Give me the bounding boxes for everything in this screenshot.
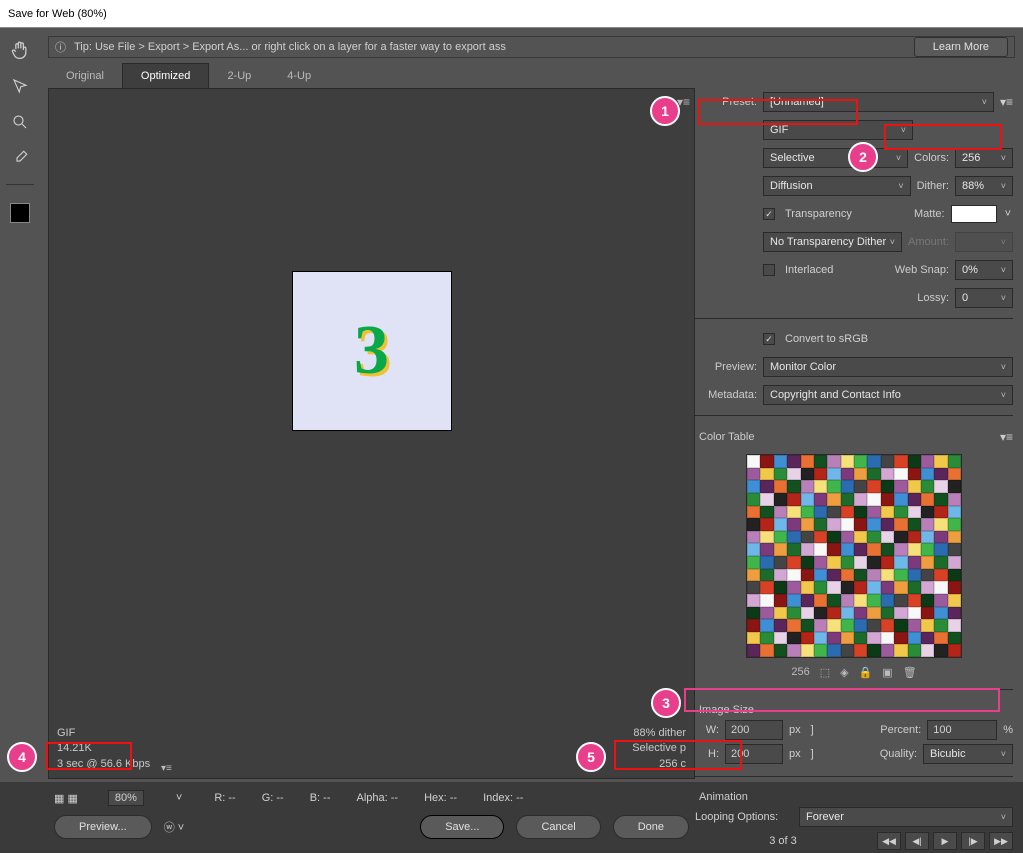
trans-dither-amount: ˅: [955, 232, 1013, 252]
looping-select[interactable]: Forever˅: [799, 807, 1013, 827]
tip-text: Tip: Use File > Export > Export As... or…: [74, 41, 506, 53]
first-frame-button[interactable]: ◀◀: [877, 832, 901, 850]
width-input[interactable]: 200: [725, 720, 783, 740]
prev-frame-button[interactable]: ◀|: [905, 832, 929, 850]
file-format-select[interactable]: GIF˅: [763, 120, 913, 140]
settings-panel: Preset: [Unnamed]˅ ▾≡ GIF˅ Selective˅ Co…: [695, 88, 1015, 853]
preset-select[interactable]: [Unnamed]˅: [763, 92, 994, 112]
color-table-title: Color Table: [699, 431, 754, 443]
status-hex: Hex: --: [424, 792, 457, 804]
annotation-bubble-3: 3: [651, 688, 681, 718]
preview-info-right: 88% dither Selective p 256 c: [632, 726, 686, 772]
left-tool-strip: [0, 28, 40, 782]
preview-button[interactable]: Preview...: [54, 815, 152, 839]
annotation-bubble-5: 5: [576, 742, 606, 772]
preview-sample-glyph: 3: [354, 311, 389, 391]
ct-trash-icon[interactable]: 🗑: [903, 666, 917, 679]
annotation-bubble-4: 4: [7, 742, 37, 772]
matte-label: Matte:: [914, 208, 945, 220]
hand-tool-icon[interactable]: [8, 38, 32, 62]
status-r: R: --: [214, 792, 235, 804]
status-b: B: --: [310, 792, 331, 804]
preview-tabs: Original Optimized 2-Up 4-Up: [48, 62, 695, 88]
color-table-flyout-icon[interactable]: ▾≡: [1000, 430, 1013, 444]
done-button[interactable]: Done: [613, 815, 689, 839]
dither-amount-select[interactable]: 88%˅: [955, 176, 1013, 196]
status-row: ▦ ▦ 80% ˅ R: -- G: -- B: -- Alpha: -- Hex…: [48, 785, 695, 811]
convert-srgb-label: Convert to sRGB: [785, 333, 868, 345]
colors-label: Colors:: [914, 152, 949, 164]
annotation-bubble-1: 1: [650, 96, 680, 126]
ct-icon-1[interactable]: ⬚: [820, 666, 830, 679]
height-input[interactable]: 200: [725, 744, 783, 764]
color-count: 256: [791, 666, 809, 679]
tip-bar: ⓘ Tip: Use File > Export > Export As... …: [48, 36, 1015, 58]
color-table-grid[interactable]: [746, 454, 962, 658]
next-frame-button[interactable]: |▶: [961, 832, 985, 850]
preview-canvas: 3: [292, 271, 452, 431]
lossy-select[interactable]: 0˅: [955, 288, 1013, 308]
interlaced-checkbox[interactable]: [763, 264, 775, 276]
window-title-bar: Save for Web (80%): [0, 0, 1023, 28]
preview-label: Preview:: [695, 361, 757, 373]
cancel-button[interactable]: Cancel: [516, 815, 600, 839]
preview-profile-select[interactable]: Monitor Color˅: [763, 357, 1013, 377]
amount-label: Amount:: [908, 236, 949, 248]
transparency-dither-select[interactable]: No Transparency Dither˅: [763, 232, 902, 252]
slice-select-tool-icon[interactable]: [8, 74, 32, 98]
interlaced-label: Interlaced: [785, 264, 833, 276]
lossy-label: Lossy:: [695, 292, 949, 304]
metadata-select[interactable]: Copyright and Contact Info˅: [763, 385, 1013, 405]
animation-title: Animation: [695, 787, 1013, 805]
chevron-down-icon[interactable]: ˅: [170, 792, 188, 804]
tab-4up[interactable]: 4-Up: [269, 64, 329, 88]
preview-info-left: GIF 14.21K 3 sec @ 56.6 Kbps: [57, 726, 150, 772]
link-dim-icon[interactable]: ]: [807, 724, 818, 736]
play-button[interactable]: ▶: [933, 832, 957, 850]
window-title: Save for Web (80%): [8, 8, 107, 20]
color-reduction-select[interactable]: Selective˅: [763, 148, 908, 168]
colors-select[interactable]: 256˅: [955, 148, 1013, 168]
loop-label: Looping Options:: [695, 811, 793, 823]
eyedropper-color-swatch[interactable]: [10, 203, 30, 223]
preview-area[interactable]: ▾≡ 3 GIF 14.21K 3 sec @ 56.6 Kbps ▾≡ 88%…: [48, 88, 695, 779]
ct-icon-4[interactable]: ▣: [882, 666, 892, 679]
dither-label: Dither:: [917, 180, 949, 192]
status-g: G: --: [262, 792, 284, 804]
annotation-bubble-2: 2: [848, 142, 878, 172]
zoom-level[interactable]: 80%: [108, 790, 144, 806]
dither-method-select[interactable]: Diffusion˅: [763, 176, 911, 196]
grid-icon[interactable]: ▦ ▦: [54, 792, 78, 805]
matte-swatch[interactable]: [951, 205, 997, 223]
status-index: Index: --: [483, 792, 523, 804]
preset-label: Preset:: [695, 96, 757, 108]
bottom-button-row: Preview... ⓦ ˅ Save... Cancel Done: [48, 811, 695, 853]
eyedropper-tool-icon[interactable]: [8, 146, 32, 170]
transparency-label: Transparency: [785, 208, 852, 220]
ct-icon-2[interactable]: ◈: [840, 666, 848, 679]
websnap-select[interactable]: 0%˅: [955, 260, 1013, 280]
preset-flyout-icon[interactable]: ▾≡: [1000, 95, 1013, 109]
frame-counter: 3 of 3: [695, 835, 871, 847]
zoom-tool-icon[interactable]: [8, 110, 32, 134]
info-icon: ⓘ: [55, 39, 66, 55]
status-alpha: Alpha: --: [356, 792, 398, 804]
convert-srgb-checkbox[interactable]: ✓: [763, 333, 775, 345]
ct-icon-3[interactable]: 🔒: [859, 666, 873, 679]
tab-original[interactable]: Original: [48, 64, 122, 88]
tab-optimized[interactable]: Optimized: [122, 63, 210, 88]
transparency-checkbox[interactable]: ✓: [763, 208, 775, 220]
websnap-label: Web Snap:: [895, 264, 949, 276]
modem-speed-caret-icon[interactable]: ▾≡: [161, 763, 172, 774]
save-button[interactable]: Save...: [420, 815, 504, 839]
tab-2up[interactable]: 2-Up: [209, 64, 269, 88]
last-frame-button[interactable]: ▶▶: [989, 832, 1013, 850]
image-size-title: Image Size: [695, 700, 1013, 718]
learn-more-button[interactable]: Learn More: [914, 37, 1008, 57]
percent-input[interactable]: 100: [927, 720, 997, 740]
browser-preview-icon[interactable]: ⓦ ˅: [164, 819, 184, 835]
quality-select[interactable]: Bicubic˅: [923, 744, 1013, 764]
metadata-label: Metadata:: [695, 389, 757, 401]
